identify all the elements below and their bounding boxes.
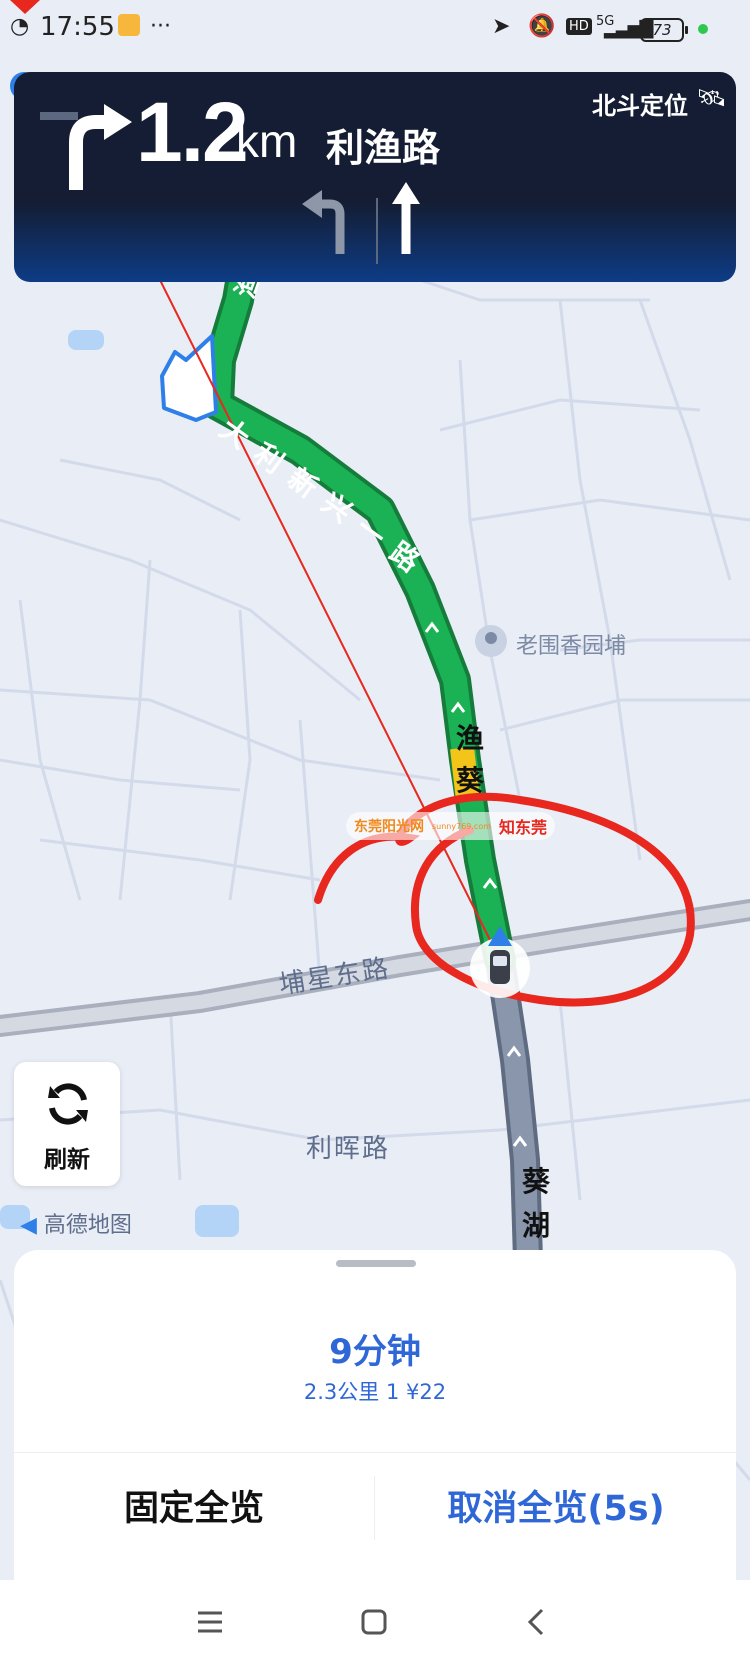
privacy-indicator-icon [698, 24, 708, 34]
refresh-button[interactable]: 刷新 [14, 1062, 120, 1186]
battery-level: 73 [652, 21, 672, 39]
hd-icon: HD [566, 18, 592, 35]
status-time: 17:55 [40, 12, 115, 42]
cancel-overview-button[interactable]: 取消全览(5s) [376, 1466, 736, 1552]
next-road-name: 利渔路 [326, 126, 441, 170]
fixed-overview-button[interactable]: 固定全览 [14, 1466, 374, 1552]
lane-turn-left-icon [302, 190, 345, 254]
location-icon: ➤ [492, 14, 511, 39]
menu-icon[interactable] [196, 1610, 224, 1634]
sheet-drag-handle[interactable] [336, 1260, 416, 1267]
sheet-divider [14, 1452, 736, 1453]
app-notification-icon [118, 14, 140, 36]
mute-icon: 🔕 [528, 14, 556, 39]
back-icon[interactable] [526, 1608, 546, 1636]
watermark: 东莞阳光网 sunny769.com 知东莞 [346, 812, 556, 840]
route-summary: 2.3公里 1 ¥22 [303, 1380, 447, 1404]
navigation-panel[interactable]: 1.2 km 利渔路 北斗定位 🛰 [14, 72, 736, 282]
eta-time: 9分钟 [329, 1332, 421, 1372]
battery-icon: 73 [640, 18, 688, 42]
map-road-lihui: 利晖路 [306, 1134, 391, 1164]
refresh-icon [48, 1083, 88, 1125]
home-icon[interactable] [360, 1608, 388, 1636]
amap-logo-text: 高德地图 [43, 1213, 132, 1238]
watermark-site-sub: sunny769.com [432, 821, 492, 831]
distance-value: 1.2 [136, 85, 249, 179]
distance-unit: km [236, 115, 298, 167]
watermark-zhidg: 知东莞 [499, 818, 548, 837]
lane-straight-icon [392, 182, 420, 254]
system-nav-bar [0, 1580, 750, 1666]
bottom-sheet[interactable]: 9分钟 2.3公里 1 ¥22 固定全览 取消全览(5s) [14, 1250, 736, 1590]
turn-right-icon [40, 104, 132, 190]
amap-logo-icon: ◀ [20, 1213, 37, 1238]
map-route-label-kuihu: 葵湖 [522, 1165, 551, 1242]
status-bar: ◔ 17:55 ··· ➤ 🔕 HD 5G ▂▃▅▇ 73 [0, 0, 750, 64]
more-icon: ··· [150, 14, 171, 39]
map-route-label-yukui: 渔葵 [456, 722, 485, 797]
positioning-label: 北斗定位 [592, 92, 688, 120]
map-poi-label[interactable]: 老围香园埔 [516, 628, 626, 660]
refresh-label: 刷新 [44, 1147, 90, 1173]
satellite-icon: 🛰 [696, 84, 727, 112]
watermark-site: 东莞阳光网 [354, 819, 424, 835]
alarm-icon: ◔ [10, 14, 30, 39]
lane-divider [376, 198, 378, 264]
button-divider [374, 1476, 375, 1540]
amap-logo: ◀ 高德地图 [20, 1207, 132, 1239]
